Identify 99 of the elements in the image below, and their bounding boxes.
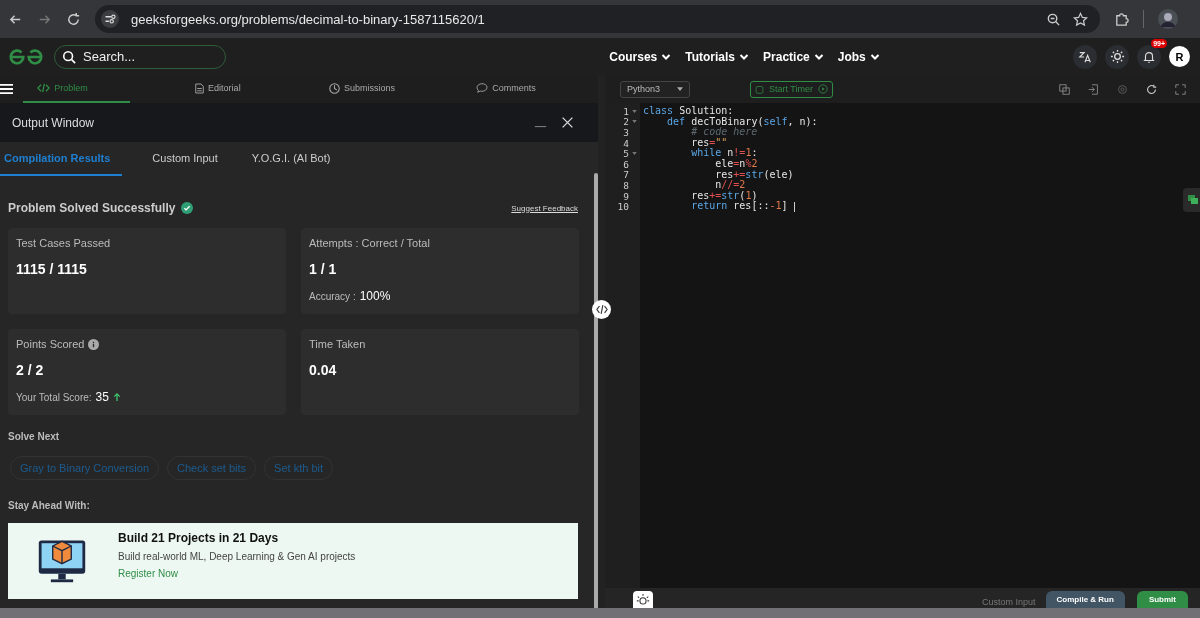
translate-icon bbox=[1078, 49, 1092, 64]
line-number: 9 bbox=[623, 190, 629, 202]
code-line: ele=n%2 bbox=[714, 158, 758, 170]
chat-icon bbox=[476, 83, 489, 93]
logo-icon[interactable] bbox=[8, 47, 44, 66]
start-timer-button[interactable]: Start Timer bbox=[750, 80, 833, 98]
translate-button[interactable] bbox=[1073, 44, 1097, 69]
compile-run-button[interactable]: Compile & Run bbox=[1045, 591, 1125, 608]
nav-menu[interactable]: Courses bbox=[609, 49, 672, 64]
nav-menu[interactable]: Jobs bbox=[837, 49, 880, 64]
stat-label: Test Cases Passed bbox=[16, 237, 111, 249]
code-line: n//=2 bbox=[714, 180, 746, 191]
line-number: 10 bbox=[617, 201, 629, 213]
stat-value: 0.04 bbox=[309, 362, 338, 378]
code-icon bbox=[595, 305, 608, 314]
info-icon[interactable] bbox=[88, 338, 100, 350]
stat-note-label: Accuracy : bbox=[309, 290, 356, 302]
line-number: 4 bbox=[623, 137, 629, 149]
fold-icon[interactable] bbox=[632, 152, 637, 156]
search-field[interactable]: Search... bbox=[54, 44, 226, 69]
code-line: # code here bbox=[690, 127, 758, 138]
fold-icon[interactable] bbox=[632, 120, 637, 124]
fold-icon[interactable] bbox=[632, 109, 637, 113]
reload-icon[interactable] bbox=[66, 11, 81, 27]
site-settings-icon[interactable] bbox=[101, 10, 119, 28]
fullscreen-icon[interactable] bbox=[1175, 83, 1186, 95]
nav-menu[interactable]: Practice bbox=[763, 49, 824, 64]
url-text: geeksforgeeks.org/problems/decimal-to-binary-1587115620/1 bbox=[131, 11, 485, 27]
feedback-link[interactable]: Suggest Feedback bbox=[511, 203, 578, 213]
address-bar[interactable]: geeksforgeeks.org/problems/decimal-to-binary-1587115620/1 bbox=[95, 5, 1100, 33]
problem-tab[interactable]: Comments bbox=[453, 75, 559, 103]
language-dropdown[interactable]: Python3 bbox=[620, 80, 690, 98]
stat-label: Attempts : Correct / Total bbox=[309, 237, 430, 249]
stat-note-value: 100% bbox=[359, 289, 391, 303]
line-number: 3 bbox=[623, 127, 629, 138]
code-line: while n!=1: bbox=[690, 148, 758, 159]
nav-menu[interactable]: Tutorials bbox=[685, 49, 750, 64]
profile-icon[interactable] bbox=[1158, 9, 1178, 29]
theme-toggle[interactable] bbox=[1105, 44, 1129, 69]
caret-icon bbox=[677, 87, 683, 91]
code-line: return res[::-1] bbox=[690, 201, 788, 212]
code-editor[interactable]: 1 2 3 4 5 6 7 8 9 10 class Solution: def decToBinary(self, n): # code here res="" while n!=1: ele=n%2 res+=str(ele) n//=2 res+=str(1) return res[::-1] bbox=[605, 103, 1200, 588]
sun-icon bbox=[1109, 49, 1125, 64]
custom-input-link[interactable]: Custom Input bbox=[982, 597, 1036, 608]
code-line: res="" bbox=[690, 137, 728, 148]
section-title: Stay Ahead With: bbox=[8, 500, 90, 511]
line-number: 7 bbox=[623, 169, 629, 181]
stat-value: 1115 / 1115 bbox=[16, 261, 88, 277]
line-number: 5 bbox=[623, 148, 629, 160]
bell-icon bbox=[1142, 49, 1156, 64]
timer-icon bbox=[755, 84, 764, 94]
menu-icon[interactable] bbox=[0, 82, 14, 96]
close-icon[interactable] bbox=[561, 116, 574, 129]
code-line: res+=str(ele) bbox=[714, 169, 794, 180]
scrollbar[interactable] bbox=[594, 173, 598, 608]
notifications-button[interactable] bbox=[1137, 44, 1161, 69]
promo-title: Build 21 Projects in 21 Days bbox=[118, 531, 279, 545]
status-message: Problem Solved Successfully bbox=[8, 201, 176, 215]
submit-button[interactable]: Submit bbox=[1136, 591, 1188, 608]
promo-subtitle: Build real-world ML, Deep Learning & Gen AI projects bbox=[118, 551, 356, 562]
output-tab[interactable]: Y.O.G.I. (AI Bot) bbox=[247, 142, 335, 176]
line-number: 1 bbox=[623, 105, 629, 117]
check-icon bbox=[181, 202, 194, 214]
stat-note-label: Your Total Score: bbox=[16, 391, 92, 403]
problem-tab[interactable]: Submissions bbox=[309, 75, 414, 103]
avatar[interactable]: R bbox=[1169, 46, 1190, 67]
hint-button[interactable] bbox=[633, 591, 653, 608]
output-tab[interactable]: Compilation Results bbox=[0, 142, 123, 176]
code-icon bbox=[37, 83, 51, 93]
code-line: class Solution: bbox=[643, 106, 734, 117]
stat-label: Points Scored bbox=[16, 338, 85, 350]
line-number: 2 bbox=[623, 116, 629, 128]
copy-icon[interactable] bbox=[1059, 83, 1070, 95]
stat-value: 2 / 2 bbox=[16, 362, 45, 378]
line-number: 6 bbox=[623, 158, 629, 170]
chat-squares-icon bbox=[1187, 194, 1199, 206]
register-link[interactable]: Register Now bbox=[118, 568, 179, 579]
import-icon[interactable] bbox=[1088, 83, 1099, 95]
clock-icon bbox=[328, 82, 340, 94]
stat-label: Time Taken bbox=[309, 338, 366, 350]
reset-icon[interactable] bbox=[1146, 83, 1157, 95]
line-number: 8 bbox=[623, 179, 629, 191]
bulb-icon bbox=[636, 592, 650, 607]
document-icon bbox=[195, 82, 205, 94]
stat-note-value: 35 bbox=[95, 390, 109, 404]
side-tab[interactable] bbox=[1183, 188, 1200, 212]
play-icon bbox=[818, 84, 828, 94]
horizontal-scrollbar[interactable] bbox=[0, 608, 1200, 618]
search-icon bbox=[62, 49, 76, 64]
output-tab[interactable]: Custom Input bbox=[148, 142, 222, 176]
code-line: res+=str(1) bbox=[690, 190, 758, 202]
output-window-title: Output Window bbox=[12, 115, 95, 130]
problem-tab[interactable]: Editorial bbox=[165, 75, 270, 103]
code-line: def decToBinary(self, n): bbox=[666, 116, 818, 128]
section-title: Solve Next bbox=[8, 431, 60, 442]
puzzle-icon[interactable] bbox=[1114, 11, 1129, 27]
stat-value: 1 / 1 bbox=[309, 261, 338, 277]
star-icon[interactable] bbox=[1073, 11, 1088, 27]
zoom-icon[interactable] bbox=[1046, 11, 1061, 27]
